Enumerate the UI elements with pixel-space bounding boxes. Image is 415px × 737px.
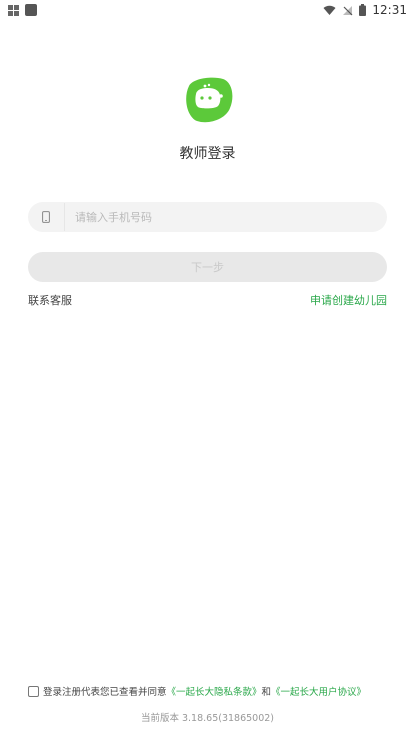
phone-input-container[interactable] [28, 202, 387, 232]
wifi-icon [323, 5, 336, 15]
phone-icon-wrap [28, 211, 64, 223]
user-agreement-link[interactable]: 《一起长大用户协议》 [271, 684, 366, 698]
status-right: 12:31 [323, 3, 407, 17]
phone-input[interactable] [65, 202, 387, 232]
status-time: 12:31 [372, 3, 407, 17]
agreement-row: 登录注册代表您已查看并同意 《一起长大隐私条款》 和 《一起长大用户协议》 [28, 684, 366, 698]
privacy-policy-link[interactable]: 《一起长大隐私条款》 [167, 684, 262, 698]
no-signal-icon [343, 5, 353, 15]
app-logo [186, 77, 233, 123]
agreement-and: 和 [261, 687, 272, 698]
agreement-text: 登录注册代表您已查看并同意 [43, 687, 167, 698]
next-button[interactable]: 下一步 [28, 252, 387, 282]
screenshot-icon [8, 4, 19, 16]
app-version: 当前版本 3.18.65(31865002) [140, 713, 275, 724]
status-left [8, 4, 37, 16]
agreement-checkbox[interactable] [28, 685, 39, 697]
page-title: 教师登录 [179, 146, 236, 162]
battery-icon [359, 4, 367, 16]
app-notification-icon [25, 4, 37, 16]
status-bar: 12:31 [0, 0, 415, 20]
phone-icon [42, 211, 50, 223]
contact-support-link[interactable]: 联系客服 [28, 292, 72, 308]
apply-kindergarten-link[interactable]: 申请创建幼儿园 [310, 292, 387, 308]
